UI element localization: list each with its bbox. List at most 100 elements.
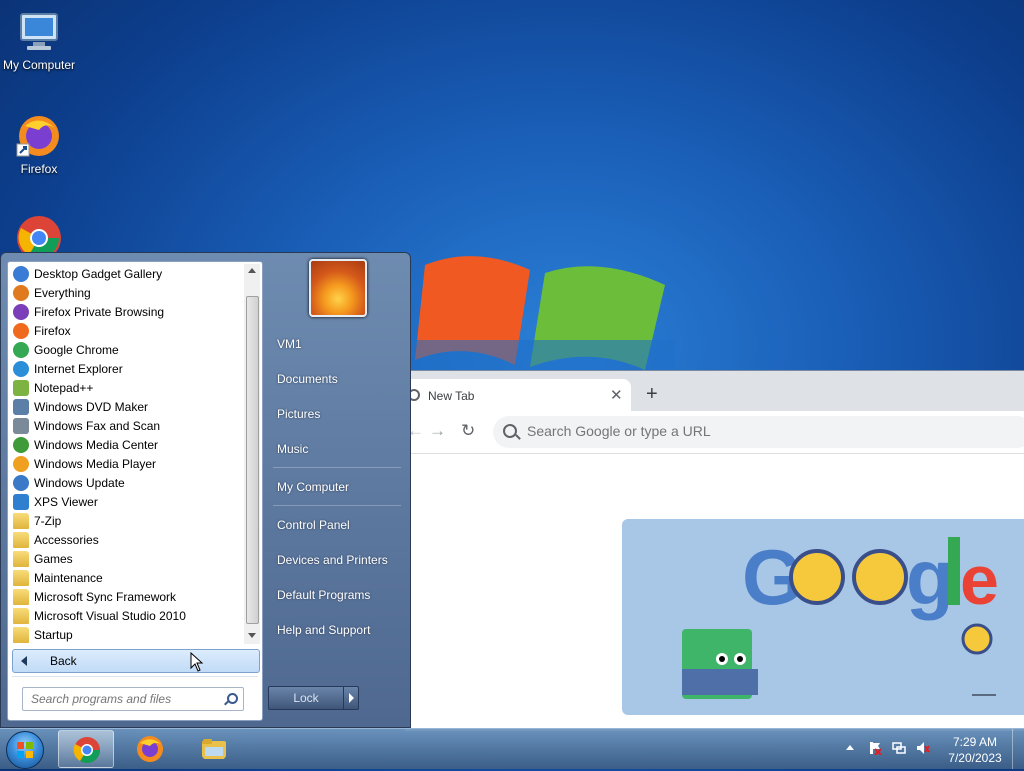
scroll-up-icon[interactable]: [248, 268, 256, 273]
new-tab-button[interactable]: +: [646, 383, 658, 406]
list-item[interactable]: Google Chrome: [10, 340, 242, 359]
right-item-vm1[interactable]: VM1: [277, 337, 302, 351]
taskbar-chrome-button[interactable]: [58, 730, 114, 768]
lock-button[interactable]: Lock: [268, 686, 344, 710]
scroll-down-icon[interactable]: [248, 633, 256, 638]
list-item[interactable]: Firefox Private Browsing: [10, 302, 242, 321]
tab-title: New Tab: [428, 389, 475, 403]
right-item-music[interactable]: Music: [277, 442, 308, 456]
clock[interactable]: 7:29 AM 7/20/2023: [940, 734, 1010, 766]
search-icon: [503, 424, 517, 438]
svg-text:e: e: [960, 541, 999, 619]
divider: [273, 505, 401, 506]
chrome-toolbar: ← → ↻: [405, 411, 1024, 454]
divider: [12, 676, 258, 677]
list-item[interactable]: Firefox: [10, 321, 242, 340]
chrome-window[interactable]: New Tab ✕ + ← → ↻ G g e: [405, 370, 1024, 731]
search-icon: [227, 693, 238, 704]
action-center-icon[interactable]: [868, 741, 882, 755]
fax-icon: [13, 417, 29, 434]
start-menu-programs-pane: Desktop Gadget Gallery Everything Firefox …: [7, 261, 263, 721]
start-button[interactable]: [6, 731, 44, 769]
google-doodle[interactable]: G g e: [622, 519, 1024, 715]
start-search-box[interactable]: [22, 687, 244, 711]
list-item[interactable]: Internet Explorer: [10, 359, 242, 378]
ie-icon: [13, 360, 29, 377]
firefox-private-icon: [13, 303, 29, 320]
clock-time: 7:29 AM: [952, 735, 998, 749]
list-item[interactable]: Desktop Gadget Gallery: [10, 264, 242, 283]
volume-muted-icon[interactable]: [916, 741, 930, 755]
list-item[interactable]: Everything: [10, 283, 242, 302]
program-label: Windows Media Player: [34, 456, 157, 471]
chrome-tab-strip: New Tab ✕ +: [405, 371, 1024, 411]
folder-icon: [13, 550, 29, 567]
list-item[interactable]: Windows DVD Maker: [10, 397, 242, 416]
desktop-icon-label: Firefox: [20, 162, 58, 176]
right-item-my-computer[interactable]: My Computer: [277, 480, 349, 494]
chrome-icon: [73, 737, 101, 764]
forward-arrow-icon[interactable]: →: [429, 421, 446, 441]
scrollbar-thumb[interactable]: [246, 296, 259, 624]
programs-scrollbar[interactable]: [244, 264, 260, 644]
reload-icon[interactable]: ↻: [461, 421, 475, 441]
program-label: 7-Zip: [34, 513, 62, 528]
right-item-default-programs[interactable]: Default Programs: [277, 588, 370, 602]
show-desktop-button[interactable]: [1012, 729, 1024, 769]
start-search-input[interactable]: [29, 691, 223, 707]
folder-icon: [13, 569, 29, 586]
start-menu: Desktop Gadget Gallery Everything Firefox …: [0, 252, 411, 728]
list-item[interactable]: 7-Zip: [10, 511, 242, 530]
tab-close-icon[interactable]: ✕: [610, 386, 623, 404]
list-item[interactable]: Notepad++: [10, 378, 242, 397]
folder-icon: [13, 626, 29, 643]
right-item-devices-printers[interactable]: Devices and Printers: [277, 553, 388, 567]
list-item[interactable]: XPS Viewer: [10, 492, 242, 511]
program-label: Microsoft Sync Framework: [34, 589, 177, 604]
program-label: Firefox: [34, 323, 71, 338]
firefox-icon: [13, 322, 29, 339]
taskbar-explorer-button[interactable]: [186, 730, 242, 768]
right-item-help-support[interactable]: Help and Support: [277, 623, 370, 637]
user-picture[interactable]: [309, 259, 367, 317]
omnibox-input[interactable]: [525, 422, 929, 440]
tab-new-tab[interactable]: New Tab ✕: [405, 379, 631, 411]
back-label: Back: [50, 654, 77, 668]
list-item[interactable]: Microsoft Sync Framework: [10, 587, 242, 606]
media-player-icon: [13, 455, 29, 472]
list-item[interactable]: Windows Media Center: [10, 435, 242, 454]
network-icon[interactable]: [892, 741, 906, 755]
program-label: Everything: [34, 285, 91, 300]
list-item[interactable]: Games: [10, 549, 242, 568]
list-item[interactable]: Windows Update: [10, 473, 242, 492]
list-item[interactable]: Windows Fax and Scan: [10, 416, 242, 435]
list-item[interactable]: Accessories: [10, 530, 242, 549]
right-item-documents[interactable]: Documents: [277, 372, 338, 386]
desktop-icon-firefox[interactable]: Firefox: [0, 112, 78, 176]
list-item[interactable]: Microsoft Visual Studio 2010: [10, 606, 242, 625]
back-triangle-icon: [21, 656, 27, 666]
program-label: Windows Update: [34, 475, 125, 490]
shutdown-options-arrow-icon[interactable]: [343, 686, 359, 710]
explorer-icon: [202, 739, 226, 759]
list-item[interactable]: Maintenance: [10, 568, 242, 587]
show-hidden-icons-icon[interactable]: [846, 745, 854, 750]
folder-icon: [13, 512, 29, 529]
google-doodle-image: G g e: [682, 533, 999, 699]
list-item[interactable]: Startup: [10, 625, 242, 644]
omnibox[interactable]: [493, 416, 1024, 448]
list-item[interactable]: Windows Media Player: [10, 454, 242, 473]
program-label: Desktop Gadget Gallery: [34, 266, 163, 281]
program-label: Games: [34, 551, 73, 566]
program-label: Internet Explorer: [34, 361, 123, 376]
divider: [273, 467, 401, 468]
back-button[interactable]: Back: [12, 649, 260, 673]
taskbar-firefox-button[interactable]: [122, 730, 178, 768]
desktop-icon-my-computer[interactable]: My Computer: [0, 8, 78, 72]
media-center-icon: [13, 436, 29, 453]
right-item-control-panel[interactable]: Control Panel: [277, 518, 350, 532]
program-label: Windows DVD Maker: [34, 399, 149, 414]
firefox-icon: [137, 736, 163, 762]
right-item-pictures[interactable]: Pictures: [277, 407, 320, 421]
folder-icon: [13, 607, 29, 624]
